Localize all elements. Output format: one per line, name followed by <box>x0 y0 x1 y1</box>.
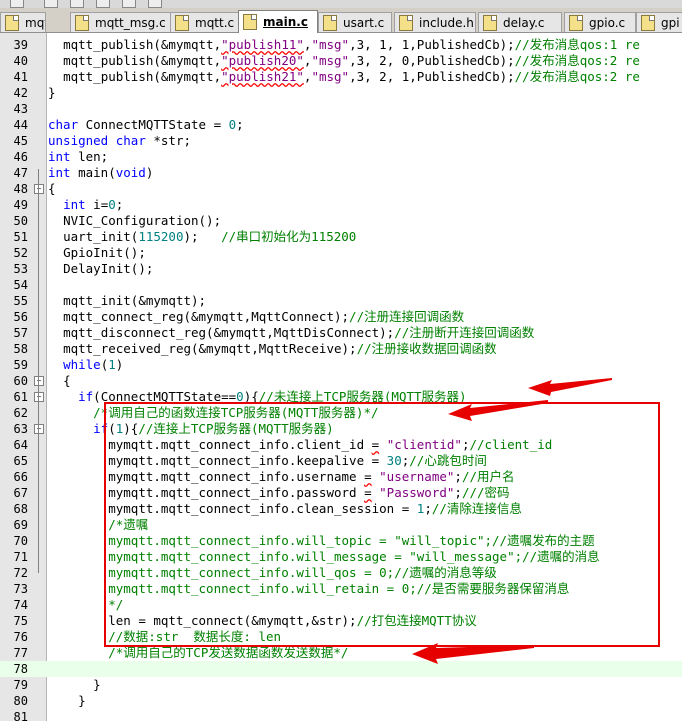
arrow-line-61 <box>528 378 612 396</box>
arrow-line-62 <box>448 400 548 421</box>
annotation-arrows <box>412 378 612 664</box>
arrow-line-77 <box>412 643 534 664</box>
